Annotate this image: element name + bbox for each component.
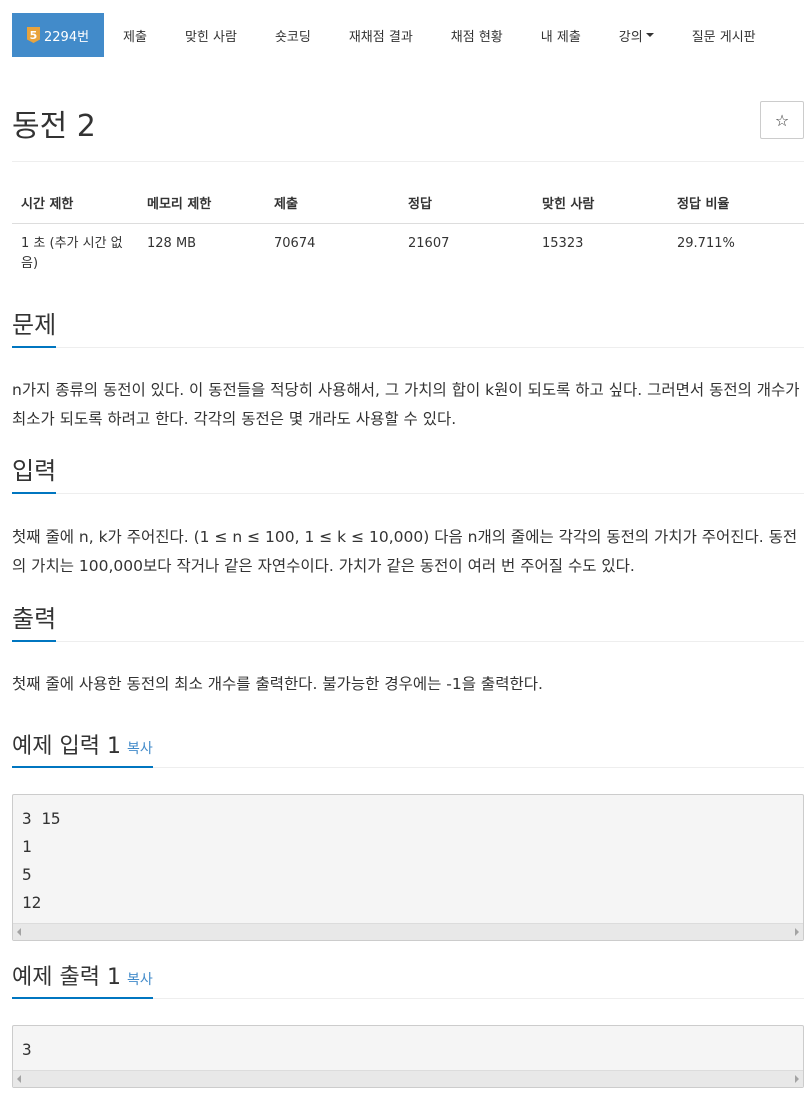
header-accept-ratio: 정답 비율 bbox=[668, 183, 804, 224]
problem-description: n가지 종류의 동전이 있다. 이 동전들을 적당히 사용해서, 그 가치의 합… bbox=[12, 381, 800, 428]
sample-input-box[interactable]: 3 15 1 5 12 bbox=[12, 794, 804, 941]
problem-output-description: 첫째 줄에 사용한 동전의 최소 개수를 출력한다. 불가능한 경우에는 -1을… bbox=[12, 675, 543, 693]
sample-output-box[interactable]: 3 bbox=[12, 1025, 804, 1088]
section-description-title: 문제 bbox=[12, 305, 57, 348]
caret-down-icon bbox=[645, 33, 654, 37]
section-sample-output-header: 예제 출력 1 복사 bbox=[12, 959, 804, 999]
page-title: 동전 2 bbox=[12, 109, 96, 144]
cell-accept-ratio: 29.711% bbox=[677, 236, 735, 251]
tier-badge-icon: 5 bbox=[27, 27, 40, 43]
header-solved-users: 맞힌 사람 bbox=[533, 183, 668, 224]
cell-memory-limit: 128 MB bbox=[147, 236, 197, 251]
cell-accepted: 21607 bbox=[408, 236, 450, 251]
sample-output-scrollbar[interactable] bbox=[13, 1070, 803, 1087]
sample-input-title-wrap: 예제 입력 1 복사 bbox=[12, 728, 153, 768]
header-submissions: 제출 bbox=[265, 183, 399, 224]
title-divider bbox=[12, 161, 804, 162]
scroll-right-icon[interactable] bbox=[795, 1075, 799, 1083]
copy-sample-output-button[interactable]: 복사 bbox=[127, 972, 153, 988]
section-output-header: 출력 bbox=[12, 599, 804, 642]
section-sample-input-header: 예제 입력 1 복사 bbox=[12, 728, 804, 768]
favorite-star-button[interactable]: ☆ bbox=[760, 101, 804, 139]
cell-time-limit: 1 초 (추가 시간 없음) bbox=[21, 236, 123, 271]
nav-rejudge-results[interactable]: 재채점 결과 bbox=[330, 13, 432, 57]
section-input-title: 입력 bbox=[12, 451, 57, 494]
header-memory-limit: 메모리 제한 bbox=[138, 183, 265, 224]
section-input-header: 입력 bbox=[12, 451, 804, 494]
copy-sample-input-button[interactable]: 복사 bbox=[127, 741, 153, 757]
scroll-left-icon[interactable] bbox=[17, 1075, 21, 1083]
sample-output-title-wrap: 예제 출력 1 복사 bbox=[12, 959, 153, 999]
nav-judge-status[interactable]: 채점 현황 bbox=[432, 13, 522, 57]
nav-question-board[interactable]: 질문 게시판 bbox=[673, 13, 775, 57]
scroll-right-icon[interactable] bbox=[795, 928, 799, 936]
nav-lectures-dropdown[interactable]: 강의 bbox=[600, 13, 673, 57]
nav-problem-number[interactable]: 5 2294번 bbox=[12, 13, 105, 57]
header-accepted: 정답 bbox=[399, 183, 533, 224]
nav-solved-users[interactable]: 맞힌 사람 bbox=[166, 13, 256, 57]
sample-input-title: 예제 입력 1 bbox=[12, 734, 121, 759]
nav-submit[interactable]: 제출 bbox=[104, 13, 166, 57]
problem-input-description: 첫째 줄에 n, k가 주어진다. (1 ≤ n ≤ 100, 1 ≤ k ≤ … bbox=[12, 528, 798, 575]
scroll-left-icon[interactable] bbox=[17, 928, 21, 936]
sample-input-scrollbar[interactable] bbox=[13, 923, 803, 940]
cell-submissions: 70674 bbox=[274, 236, 316, 251]
problem-info-table: 시간 제한 메모리 제한 제출 정답 맞힌 사람 정답 비율 1 초 (추가 시… bbox=[12, 183, 804, 282]
header-time-limit: 시간 제한 bbox=[12, 183, 138, 224]
section-output-title: 출력 bbox=[12, 599, 57, 642]
cell-solved-users: 15323 bbox=[542, 236, 584, 251]
table-row: 1 초 (추가 시간 없음) 128 MB 70674 21607 15323 … bbox=[12, 224, 804, 283]
nav-short-coding[interactable]: 숏코딩 bbox=[256, 13, 330, 57]
problem-number-label: 2294번 bbox=[44, 29, 90, 45]
sample-output-title: 예제 출력 1 bbox=[12, 965, 121, 990]
nav-lectures-label: 강의 bbox=[618, 29, 643, 45]
section-description-header: 문제 bbox=[12, 305, 804, 348]
sample-input-text: 3 15 1 5 12 bbox=[22, 809, 61, 912]
sample-output-text: 3 bbox=[22, 1040, 32, 1059]
problem-nav: 5 2294번 제출 맞힌 사람 숏코딩 재채점 결과 채점 현황 내 제출 강… bbox=[12, 13, 775, 57]
star-icon: ☆ bbox=[774, 110, 790, 130]
nav-my-submissions[interactable]: 내 제출 bbox=[522, 13, 600, 57]
table-header-row: 시간 제한 메모리 제한 제출 정답 맞힌 사람 정답 비율 bbox=[12, 183, 804, 224]
